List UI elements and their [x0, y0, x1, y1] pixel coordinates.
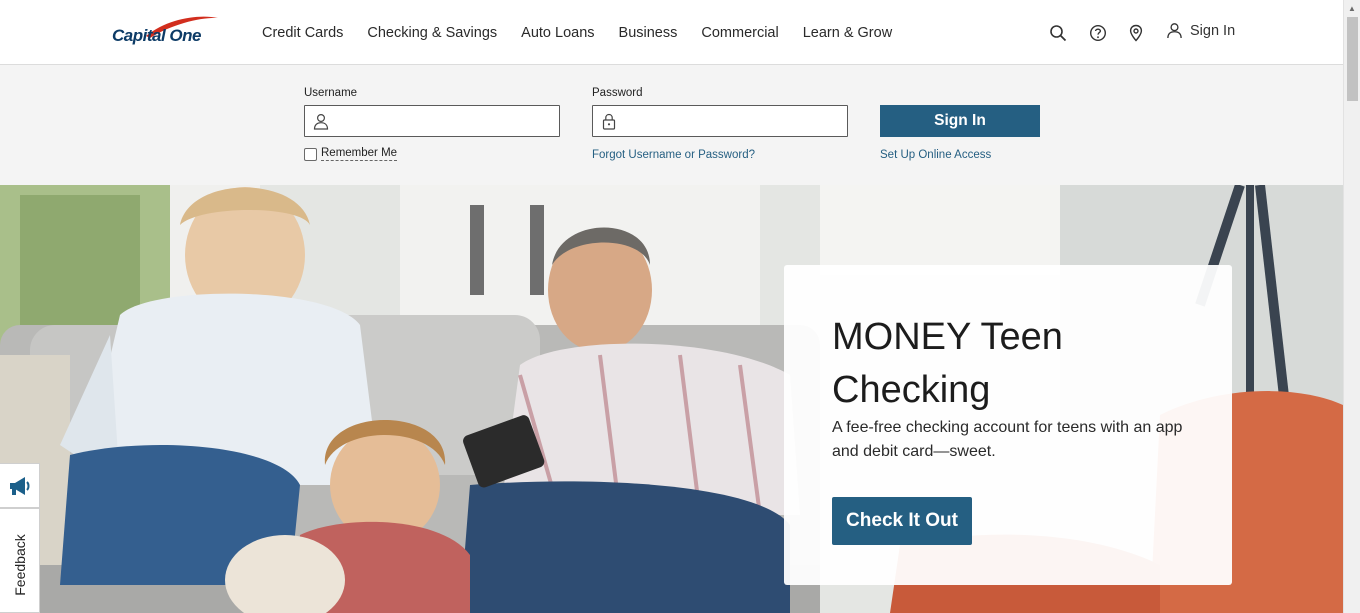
lock-icon — [602, 113, 616, 130]
remember-me-checkbox[interactable]: Remember Me — [304, 147, 398, 161]
nav-checking-savings[interactable]: Checking & Savings — [355, 25, 509, 41]
hero-banner: MONEY Teen Checking A fee-free checking … — [0, 185, 1343, 613]
login-panel: Username Password Sign In Remember Me Fo… — [0, 65, 1343, 185]
setup-online-access-link[interactable]: Set Up Online Access — [880, 149, 991, 161]
nav-credit-cards[interactable]: Credit Cards — [250, 25, 355, 41]
promo-card: MONEY Teen Checking A fee-free checking … — [784, 265, 1232, 585]
nav-business[interactable]: Business — [607, 25, 690, 41]
username-field[interactable] — [304, 105, 560, 137]
remember-me-box[interactable] — [304, 147, 317, 161]
promo-title: MONEY Teen Checking — [832, 316, 1063, 411]
header-sign-in-link[interactable]: Sign In — [1166, 22, 1235, 39]
sign-in-button[interactable]: Sign In — [880, 105, 1040, 137]
scroll-up-arrow-icon[interactable]: ▲ — [1344, 0, 1360, 17]
feedback-label: Feedback — [12, 534, 28, 596]
logo-text: Capital One — [112, 26, 201, 45]
megaphone-icon — [9, 476, 29, 495]
username-label: Username — [304, 87, 358, 99]
password-label: Password — [592, 87, 643, 99]
search-icon[interactable] — [1047, 22, 1069, 44]
check-it-out-button[interactable]: Check It Out — [832, 497, 972, 545]
page-scrollbar[interactable]: ▲ — [1343, 0, 1360, 613]
nav-commercial[interactable]: Commercial — [689, 25, 790, 41]
nav-auto-loans[interactable]: Auto Loans — [509, 25, 606, 41]
scrollbar-thumb[interactable] — [1347, 17, 1358, 101]
feedback-tab[interactable]: Feedback — [0, 508, 40, 613]
main-nav: Credit Cards Checking & Savings Auto Loa… — [250, 0, 904, 65]
site-header: Capital One Credit Cards Checking & Savi… — [0, 0, 1343, 65]
password-field[interactable] — [592, 105, 848, 137]
help-icon[interactable] — [1087, 22, 1109, 44]
user-icon — [313, 113, 329, 130]
nav-learn-grow[interactable]: Learn & Grow — [791, 25, 904, 41]
feedback-icon-button[interactable] — [0, 463, 40, 508]
header-sign-in-label: Sign In — [1190, 22, 1236, 39]
user-icon — [1167, 23, 1182, 39]
promo-description: A fee-free checking account for teens wi… — [832, 419, 1183, 460]
location-pin-icon[interactable] — [1125, 22, 1147, 44]
forgot-credentials-link[interactable]: Forgot Username or Password? — [592, 149, 755, 161]
capital-one-logo[interactable]: Capital One — [112, 14, 224, 54]
remember-me-label: Remember Me — [321, 147, 398, 161]
